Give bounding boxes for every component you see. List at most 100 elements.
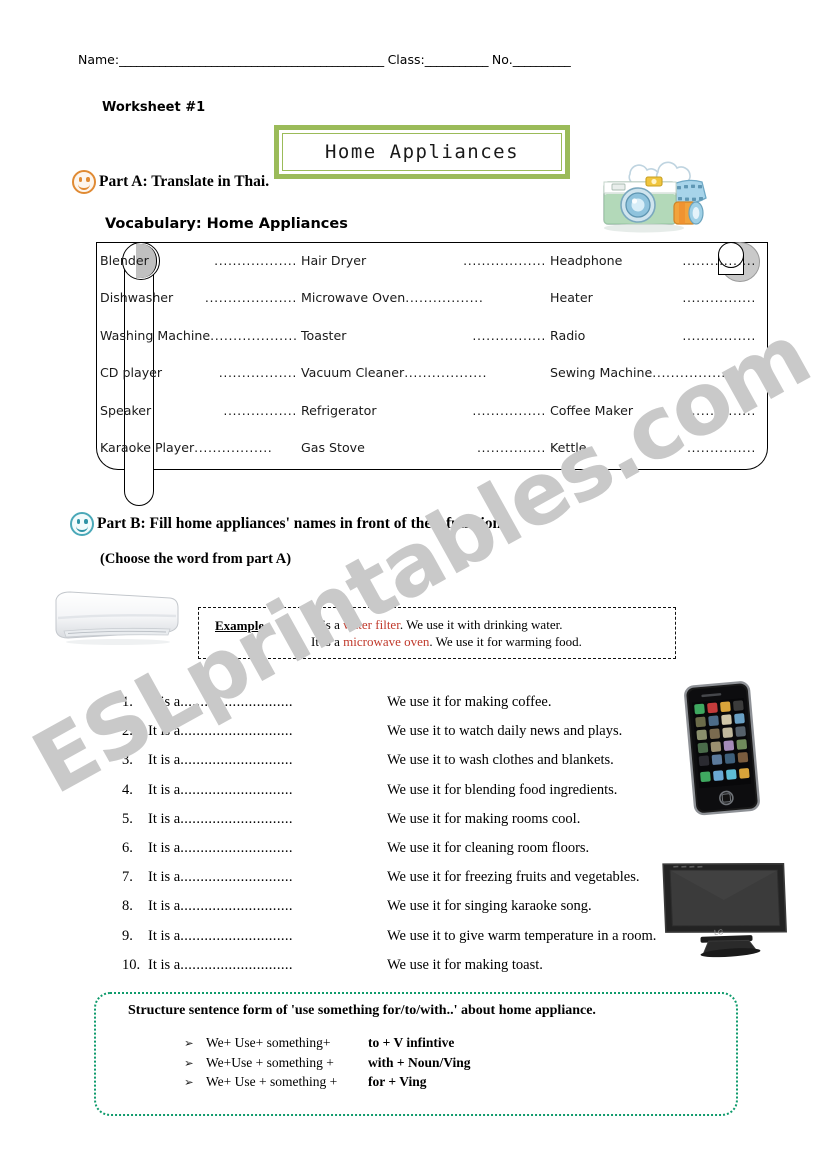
class-blank[interactable]: ___________ (425, 52, 489, 67)
exercise-answer-blank[interactable]: ............................ (180, 928, 293, 945)
example-line-2-pre: It is a (311, 634, 344, 649)
structure-row: ➢ We+ Use + something + for + Ving (184, 1074, 470, 1094)
exercise-stem: It is a............................ (148, 898, 387, 915)
example-box: Example: It is a water filter. We use it… (198, 607, 676, 659)
structure-left: We+Use + something + (206, 1054, 334, 1070)
arrow-bullet-icon: ➢ (184, 1055, 194, 1070)
exercise-row: 7. It is a............................ We … (122, 869, 722, 898)
vocab-answer-blank[interactable]: ............... (687, 440, 760, 455)
exercise-row: 1. It is a............................ We … (122, 694, 722, 723)
vocab-item: Sewing Machine.................. (550, 365, 760, 380)
smiley-face-icon (70, 512, 94, 536)
structure-row: ➢ We+ Use+ something+ to + V infintive (184, 1035, 470, 1055)
arrow-bullet-icon: ➢ (184, 1075, 194, 1089)
vocab-answer-blank[interactable]: ................. (219, 365, 301, 380)
name-blank[interactable]: ________________________________________… (119, 52, 384, 67)
exercise-stem: It is a............................ (148, 869, 387, 886)
vocabulary-row: Blender.................. Hair Dryer....… (100, 253, 760, 290)
page-title: Home Appliances (324, 141, 520, 163)
worksheet-page: Name:___________________________________… (0, 0, 826, 1169)
vocab-answer-blank[interactable]: ............... (477, 440, 550, 455)
exercise-stem-text: It is a (148, 781, 181, 798)
part-a-label: Part A: Translate in Thai. (99, 173, 270, 190)
exercise-answer-blank[interactable]: ............................ (180, 782, 293, 799)
vocab-item: Karaoke Player................. (100, 440, 301, 455)
exercise-answer-blank[interactable]: ............................ (180, 811, 293, 828)
exercise-number: 7. (122, 869, 133, 886)
exercise-stem-text: It is a (148, 752, 181, 769)
structure-box: Structure sentence form of 'use somethin… (94, 992, 738, 1116)
vocab-word: CD player (100, 365, 163, 381)
example-line-1: It is a water filter. We use it with dri… (311, 616, 582, 633)
vocab-item: Vacuum Cleaner.................. (301, 365, 550, 380)
exercise-list: 1. It is a............................ We … (122, 694, 722, 986)
exercise-answer-blank[interactable]: ............................ (180, 869, 293, 886)
student-info-header: Name:___________________________________… (78, 52, 758, 67)
example-line-1-keyword: water filter (343, 617, 400, 632)
vocab-item: Headphone................ (550, 253, 760, 268)
no-label: No. (491, 52, 513, 67)
vocab-answer-blank[interactable]: .................. (214, 253, 301, 268)
exercise-answer-blank[interactable]: ............................ (180, 840, 293, 857)
example-line-1-post: . We use it with drinking water. (399, 617, 563, 632)
exercise-stem-text: It is a (148, 956, 181, 973)
exercise-answer-blank[interactable]: ............................ (180, 957, 293, 974)
exercise-answer-blank[interactable]: ............................ (180, 723, 293, 740)
vocab-answer-blank[interactable]: .................. (463, 253, 550, 268)
exercise-stem: It is a............................ (148, 928, 387, 945)
example-line-2: It is a microwave oven. We use it for wa… (311, 633, 582, 650)
exercise-stem-text: It is a (148, 927, 181, 944)
vocab-answer-blank[interactable]: ................. (405, 290, 487, 305)
vocab-answer-blank[interactable]: ................. (194, 440, 276, 455)
part-b-heading: Part B: Fill home appliances' names in f… (70, 512, 511, 536)
camera-clipart (596, 152, 728, 238)
vocab-item: Refrigerator................ (301, 403, 550, 418)
exercise-stem: It is a............................ (148, 957, 387, 974)
structure-row: ➢ We+Use + something + with + Noun/Ving (184, 1055, 470, 1075)
vocab-answer-blank[interactable]: ................ (682, 403, 760, 418)
vocab-answer-blank[interactable]: .................... (205, 290, 301, 305)
vocab-word: Headphone (550, 253, 623, 268)
class-label: Class: (387, 52, 425, 67)
exercise-number: 8. (122, 898, 133, 915)
exercise-answer-blank[interactable]: ............................ (180, 694, 293, 711)
no-blank[interactable]: __________ (513, 52, 571, 67)
vocab-answer-blank[interactable]: ................ (472, 403, 550, 418)
exercise-row: 2. It is a............................ We … (122, 723, 722, 752)
vocab-item: Dishwasher.................... (100, 290, 301, 305)
vocab-answer-blank[interactable]: ................... (210, 328, 301, 343)
exercise-stem-text: It is a (148, 723, 181, 740)
exercise-stem-text: It is a (148, 898, 181, 915)
svg-text:LG: LG (714, 929, 724, 937)
vocab-answer-blank[interactable]: ................ (682, 253, 760, 268)
vocab-word: Hair Dryer (301, 253, 367, 268)
exercise-stem: It is a............................ (148, 811, 387, 828)
exercise-number: 3. (122, 752, 133, 769)
vocab-item: Blender.................. (100, 253, 301, 268)
vocabulary-row: Speaker................ Refrigerator....… (100, 403, 760, 440)
vocabulary-row: Dishwasher.................... Microwave… (100, 290, 760, 327)
exercise-number: 2. (122, 723, 133, 740)
exercise-number: 6. (122, 839, 133, 856)
exercise-answer-blank[interactable]: ............................ (180, 898, 293, 915)
vocabulary-row: Washing Machine................... Toast… (100, 328, 760, 365)
vocab-answer-blank[interactable]: ................ (472, 328, 550, 343)
vocab-answer-blank[interactable]: .................. (652, 365, 739, 380)
exercise-stem-text: It is a (148, 810, 181, 827)
part-a-heading: Part A: Translate in Thai. (72, 170, 269, 194)
vocab-answer-blank[interactable]: ................ (682, 328, 760, 343)
smiley-face-icon (72, 170, 96, 194)
vocab-answer-blank[interactable]: .................. (404, 365, 491, 380)
vocab-word: Washing Machine (100, 327, 211, 343)
exercise-number: 4. (122, 781, 133, 798)
exercise-answer-blank[interactable]: ............................ (180, 752, 293, 769)
vocab-item: CD player................. (100, 365, 301, 380)
vocab-answer-blank[interactable]: ................ (682, 290, 760, 305)
vocab-item: Heater................ (550, 290, 760, 305)
vocab-item: Washing Machine................... (100, 328, 301, 343)
name-label: Name: (78, 52, 120, 67)
exercise-stem: It is a............................ (148, 782, 387, 799)
vocab-answer-blank[interactable]: ................ (223, 403, 301, 418)
exercise-row: 8. It is a............................ We … (122, 898, 722, 927)
example-sentences: It is a water filter. We use it with dri… (311, 616, 582, 650)
